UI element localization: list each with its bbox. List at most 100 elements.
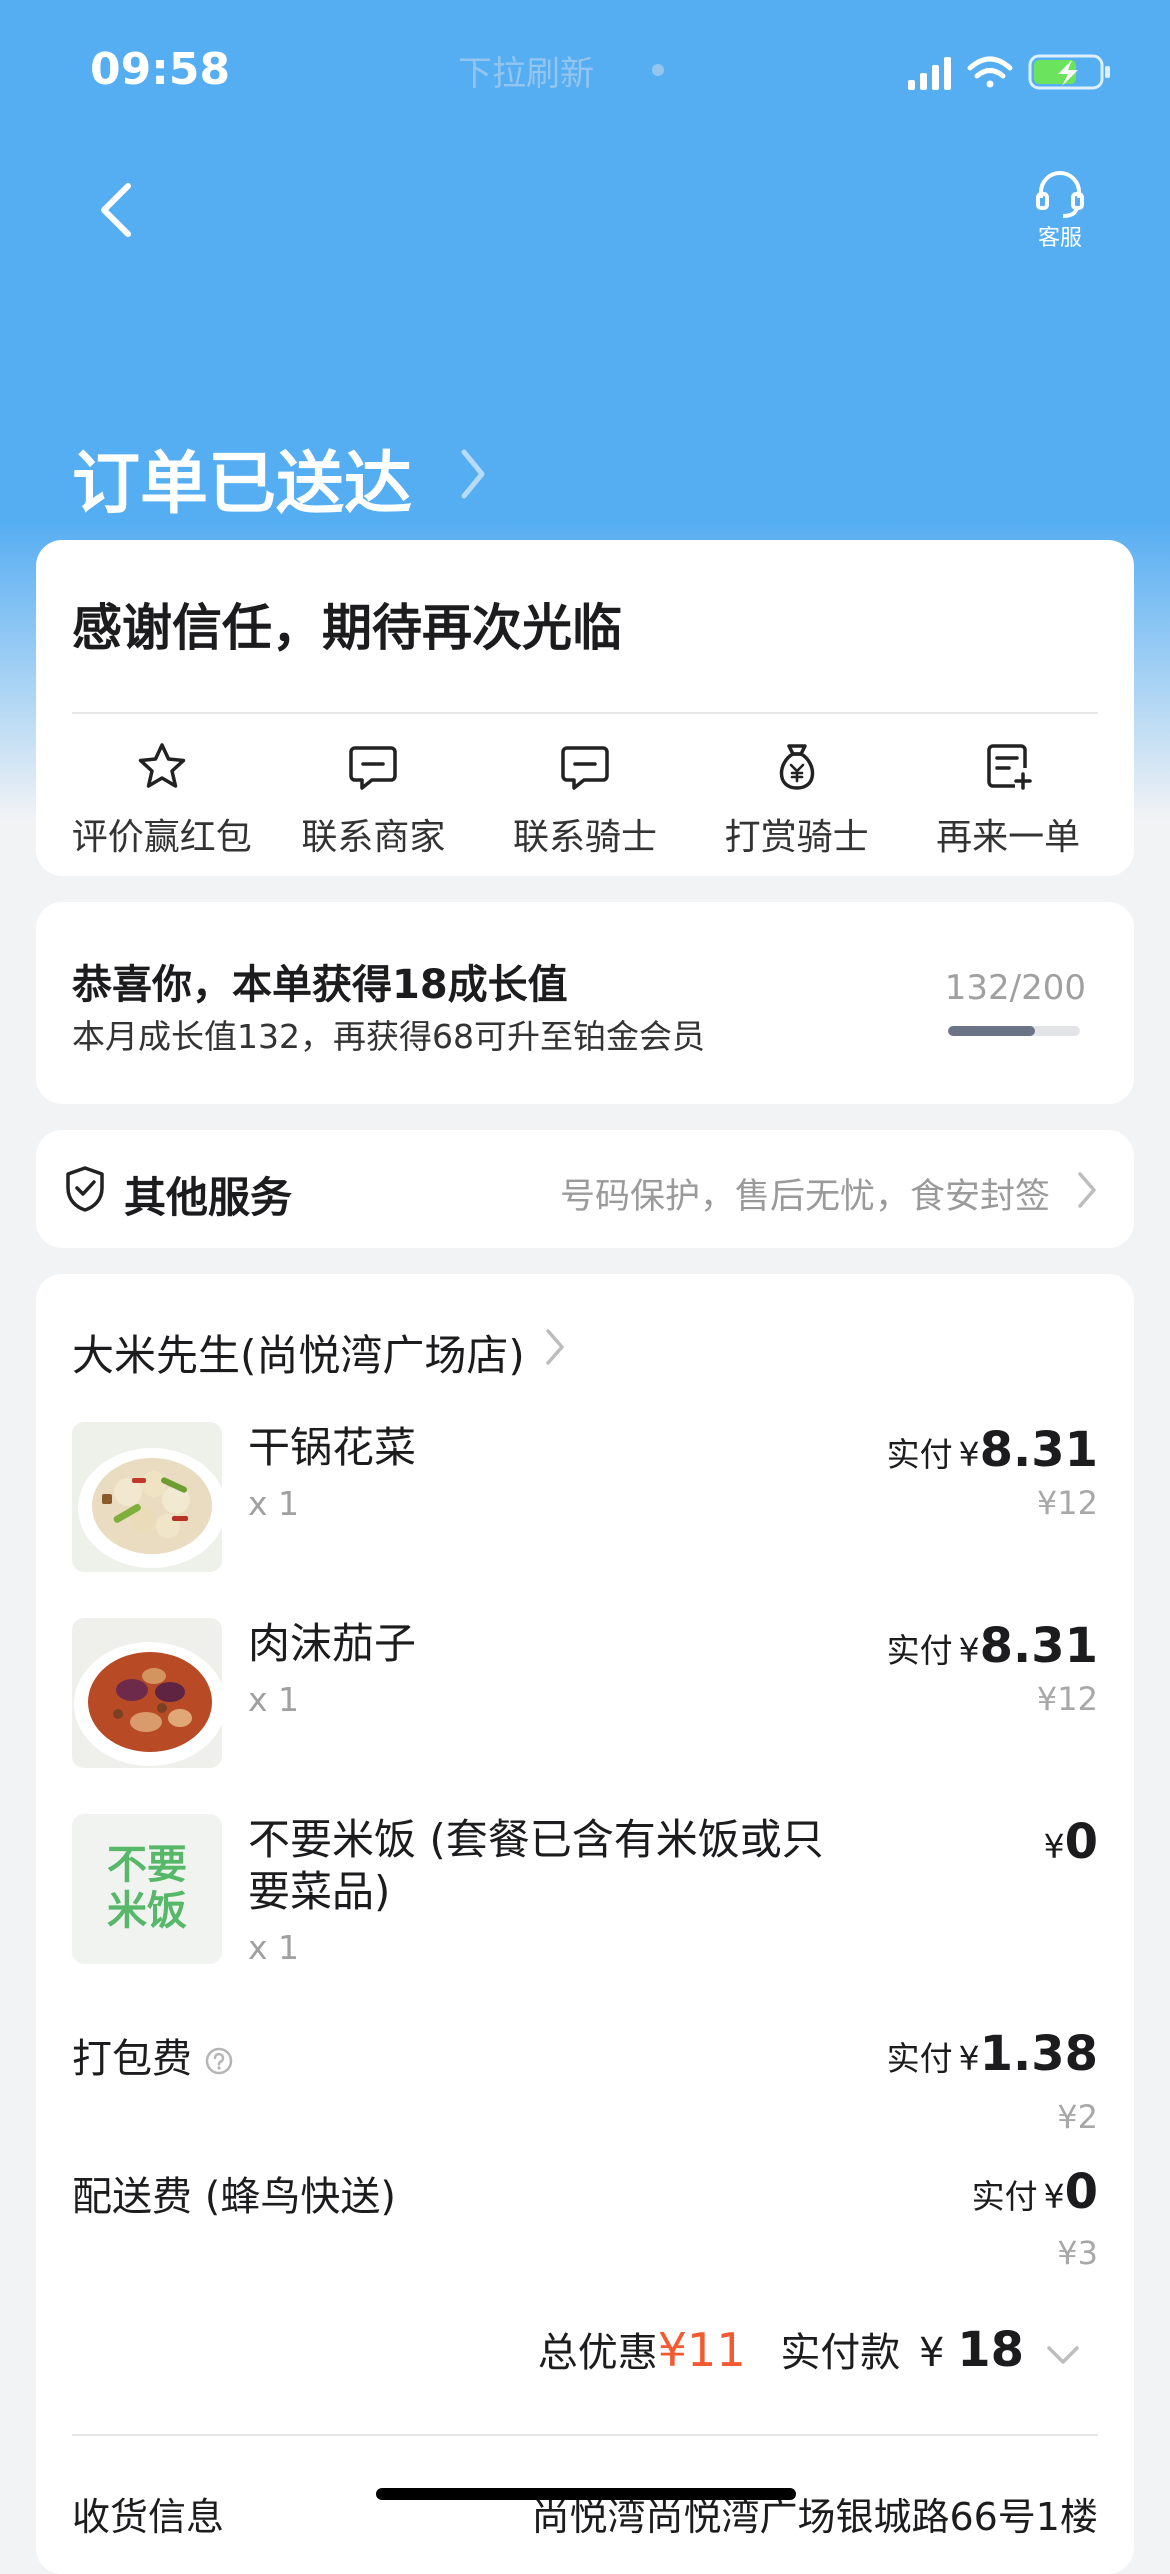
food-thumbnail [72, 1618, 222, 1768]
chat-icon [349, 746, 398, 790]
thanks-title: 感谢信任，期待再次光临 [72, 599, 622, 657]
item-name: 肉沫茄子 [248, 1619, 417, 1668]
delivery-fee-price: 实付 ¥0 [972, 2164, 1098, 2220]
signal-icon [908, 57, 951, 90]
list-item[interactable]: 肉沫茄子 x 1 实付 ¥8.31 ¥12 [72, 1618, 1098, 1768]
original-price: ¥12 [1036, 1680, 1098, 1718]
action-row: 评价赢红包 联系商家 联系骑士 打赏骑士 再来一单 [36, 740, 1134, 860]
order-status-title[interactable]: 订单已送达 [72, 428, 412, 527]
food-thumbnail [72, 1422, 222, 1572]
reorder-button[interactable]: 再来一单 [902, 740, 1134, 860]
paid-total-label: 实付款 [780, 2330, 901, 2376]
customer-service-label: 客服 [1037, 226, 1082, 251]
order-details-card: 大米先生(尚悦湾广场店) 干锅花菜 x 1 实付 ¥8.31 ¥12 肉沫茄子 … [36, 1274, 1134, 2574]
delivery-fee-row: 配送费 (蜂鸟快送) 实付 ¥0 ¥3 [72, 2164, 1098, 2284]
chevron-right-icon[interactable] [544, 1326, 566, 1368]
growth-subtitle: 本月成长值132，再获得68可升至铂金会员 [72, 1017, 705, 1056]
money-bag-icon [779, 744, 814, 790]
status-bar: 09:58 下拉刷新 [0, 0, 1170, 140]
packing-fee-label: 打包费 [72, 2026, 234, 2084]
thumbnail-text: 不要 [107, 1842, 187, 1888]
list-item[interactable]: 不要 米饭 不要米饭 (套餐已含有米饭或只要菜品) x 1 ¥0 [72, 1814, 1098, 1968]
price-value: 8.31 [979, 1618, 1098, 1674]
divider [72, 2434, 1098, 2436]
growth-progress-bar [948, 1026, 1080, 1036]
paid-label: 实付 [886, 2039, 953, 2078]
pull-refresh-hint: 下拉刷新 [458, 54, 594, 94]
customer-service-button[interactable]: 客服 [1020, 170, 1100, 260]
action-label: 评价赢红包 [71, 817, 252, 858]
services-description: 号码保护，售后无忧，食安封签 [559, 1177, 1050, 1217]
price-value: 1.38 [979, 2026, 1098, 2082]
paid-label: 实付 [886, 1435, 953, 1474]
action-label: 联系骑士 [512, 817, 657, 858]
packing-fee-name: 打包费 [72, 2036, 192, 2082]
chevron-right-icon [1078, 1172, 1096, 1208]
chevron-down-icon [1047, 2346, 1079, 2364]
battery-icon [1028, 54, 1110, 90]
currency-symbol: ¥ [919, 2330, 945, 2376]
paid-total-value: 18 [957, 2322, 1024, 2378]
currency-symbol: ¥ [958, 1631, 980, 1670]
currency-symbol: ¥ [1043, 2177, 1065, 2216]
item-price: 实付 ¥8.31 [887, 1422, 1098, 1478]
price-value: 0 [1064, 2164, 1098, 2220]
services-card[interactable]: 其他服务 号码保护，售后无忧，食安封签 [36, 1130, 1134, 1248]
item-name: 不要米饭 (套餐已含有米饭或只要菜品) [248, 1815, 824, 1916]
item-name: 干锅花菜 [248, 1423, 417, 1472]
order-total[interactable]: 总优惠¥11 实付款 ¥ 18 [538, 2320, 1082, 2378]
action-label: 联系商家 [301, 817, 446, 858]
refresh-indicator-dot [652, 64, 664, 76]
action-label: 再来一单 [936, 817, 1081, 858]
status-time: 09:58 [90, 44, 231, 95]
contact-merchant-button[interactable]: 联系商家 [268, 740, 480, 860]
contact-rider-button[interactable]: 联系骑士 [479, 740, 691, 860]
currency-symbol: ¥ [958, 2039, 980, 2078]
original-price: ¥3 [1057, 2234, 1098, 2272]
thanks-card: 感谢信任，期待再次光临 评价赢红包 联系商家 联系骑士 打赏骑士 再来一单 [36, 540, 1134, 876]
address-label: 收货信息 [72, 2495, 225, 2539]
paid-label: 实付 [886, 1631, 953, 1670]
no-rice-thumbnail: 不要 米饭 [72, 1814, 222, 1964]
reorder-icon [987, 744, 1032, 790]
item-price: 实付 ¥8.31 [887, 1618, 1098, 1674]
action-label: 打赏骑士 [724, 817, 869, 858]
currency-symbol: ¥ [958, 1435, 980, 1474]
item-quantity: x 1 [248, 1484, 300, 1523]
shield-check-icon [66, 1166, 104, 1212]
original-price: ¥12 [1036, 1484, 1098, 1522]
item-quantity: x 1 [248, 1680, 300, 1719]
price-value: 0 [1064, 1814, 1098, 1870]
status-icons [908, 54, 1110, 90]
home-indicator[interactable] [376, 2488, 796, 2500]
rate-button[interactable]: 评价赢红包 [36, 740, 268, 860]
headset-icon [1036, 171, 1084, 218]
discount-label: 总优惠 [537, 2330, 658, 2376]
packing-fee-row: 打包费 实付 ¥1.38 ¥2 [72, 2026, 1098, 2146]
original-price: ¥2 [1057, 2098, 1098, 2136]
delivery-fee-label: 配送费 (蜂鸟快送) [72, 2174, 396, 2220]
shop-name[interactable]: 大米先生(尚悦湾广场店) [72, 1322, 525, 1383]
price-value: 8.31 [979, 1422, 1098, 1478]
discount-value: ¥11 [657, 2323, 746, 2377]
list-item[interactable]: 干锅花菜 x 1 实付 ¥8.31 ¥12 [72, 1422, 1098, 1572]
item-price: ¥0 [1038, 1814, 1098, 1870]
paid-label: 实付 [971, 2177, 1038, 2216]
services-title: 其他服务 [124, 1173, 293, 1222]
item-quantity: x 1 [248, 1928, 300, 1967]
currency-symbol: ¥ [1043, 1827, 1065, 1866]
growth-card[interactable]: 恭喜你，本单获得18成长值 本月成长值132，再获得68可升至铂金会员 132/… [36, 902, 1134, 1104]
back-arrow-icon[interactable] [92, 180, 142, 240]
wifi-icon [967, 56, 1013, 88]
star-icon [138, 743, 186, 788]
chevron-right-icon[interactable] [458, 446, 488, 502]
divider [72, 712, 1098, 714]
cauliflower-dish-image [72, 1422, 222, 1572]
thumbnail-text: 米饭 [107, 1888, 187, 1934]
packing-fee-price: 实付 ¥1.38 [887, 2026, 1098, 2082]
growth-progress-fill [948, 1026, 1036, 1036]
help-icon[interactable] [204, 2046, 234, 2076]
growth-progress-text: 132/200 [944, 968, 1086, 1008]
tip-rider-button[interactable]: 打赏骑士 [691, 740, 903, 860]
chat-icon [561, 746, 609, 790]
